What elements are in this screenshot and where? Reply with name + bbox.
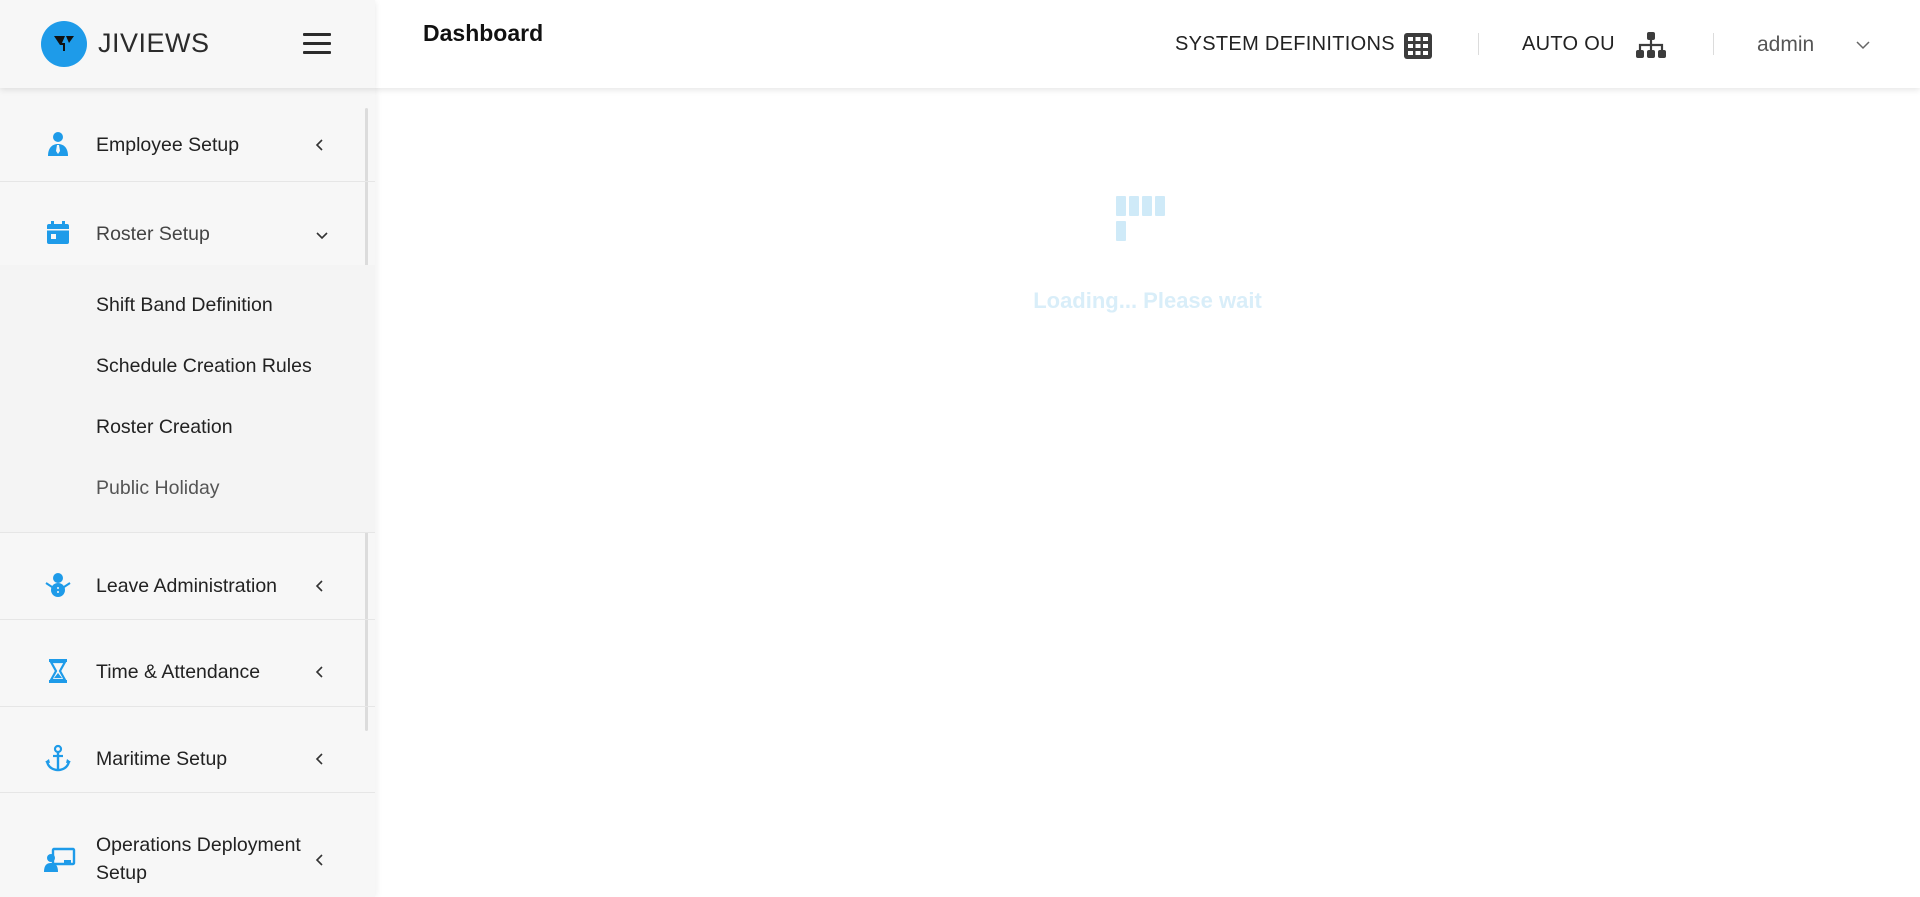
submenu-item-public-holiday[interactable]: Public Holiday [96,475,220,501]
page-title: Dashboard [423,20,544,46]
sidebar-item-employee-setup[interactable]: Employee Setup [0,130,375,160]
sidebar-item-roster-setup[interactable]: Roster Setup [0,219,375,249]
chevron-left-icon [312,664,328,680]
divider [0,181,375,182]
header-separator [1478,33,1479,55]
brand-header: JIVIEWS [0,0,375,88]
brand-name: JIVIEWS [98,28,210,58]
sidebar-item-label: Maritime Setup [96,748,228,770]
chalkboard-user-icon [44,846,76,874]
sidebar-item-label: Operations Deployment [96,834,301,856]
loading-text: Loading... Please wait [1033,288,1262,313]
divider [0,706,375,707]
submenu-item-schedule-creation-rules[interactable]: Schedule Creation Rules [96,353,312,379]
user-menu[interactable]: admin [1757,33,1814,57]
sidebar-item-label-line2: Setup [96,862,147,884]
header-separator [1713,33,1714,55]
submenu-item-shift-band-definition[interactable]: Shift Band Definition [96,292,273,318]
top-header: Dashboard SYSTEM DEFINITIONS AUTO OU adm… [375,0,1920,88]
sidebar-item-operations-deployment-setup[interactable]: Operations Deployment Setup [0,831,375,891]
anchor-icon [44,744,72,772]
grid-table-icon[interactable] [1404,33,1432,64]
sidebar-item-time-attendance[interactable]: Time & Attendance [0,657,375,687]
divider [0,792,375,793]
system-definitions-link[interactable]: SYSTEM DEFINITIONS [1175,33,1395,56]
sidebar-item-label: Roster Setup [96,223,210,245]
chevron-down-icon [314,227,330,243]
chevron-left-icon [312,578,328,594]
chevron-left-icon [312,852,328,868]
sitemap-icon[interactable] [1635,32,1667,65]
sidebar-item-label: Leave Administration [96,575,278,597]
auto-ou-link[interactable]: AUTO OU [1522,33,1615,56]
chevron-down-icon[interactable] [1855,38,1871,57]
submenu-item-roster-creation[interactable]: Roster Creation [96,414,233,440]
sidebar-item-maritime-setup[interactable]: Maritime Setup [0,744,375,774]
loading-spinner [1116,196,1179,241]
chevron-left-icon [312,137,328,153]
snowman-icon [44,571,72,599]
sidebar-item-label: Employee Setup [96,134,240,156]
calendar-icon [44,219,72,247]
sidebar-item-leave-administration[interactable]: Leave Administration [0,571,375,601]
logo[interactable] [41,21,87,67]
employee-icon [44,130,72,158]
chevron-left-icon [312,751,328,767]
hourglass-icon [44,657,72,685]
menu-toggle-icon[interactable] [303,33,333,55]
sidebar-item-label: Time & Attendance [96,661,261,683]
divider [0,619,375,620]
sidebar: JIVIEWS Employee Setup Roster Setup Shif… [0,0,375,897]
divider [0,532,375,533]
